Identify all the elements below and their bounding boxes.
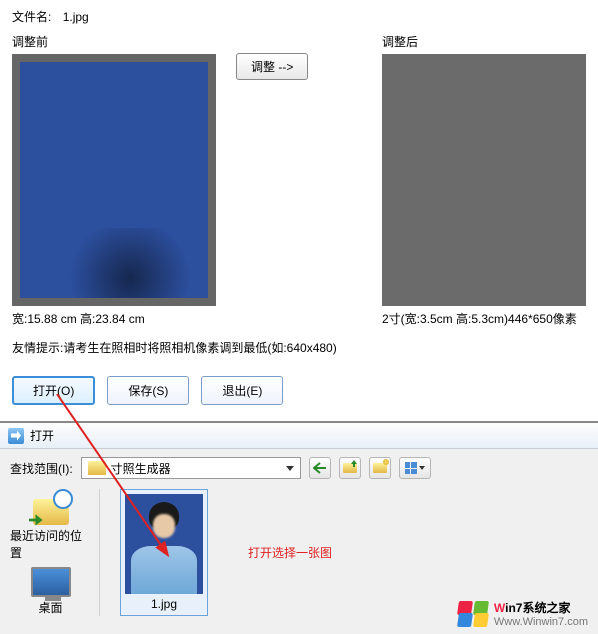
folder-icon	[88, 461, 106, 475]
after-dimensions: 2寸(宽:3.5cm 高:5.3cm)446*650像素	[382, 310, 586, 327]
chevron-down-icon	[286, 466, 294, 471]
watermark: Win7系统之家 Www.Winwin7.com	[458, 599, 588, 628]
before-label: 调整前	[12, 33, 216, 50]
up-folder-button[interactable]	[339, 457, 361, 479]
before-preview	[12, 54, 216, 306]
back-button[interactable]	[309, 457, 331, 479]
places-recent[interactable]: 最近访问的位置	[10, 489, 91, 561]
tip-text: 友情提示:请考生在照相时将照相机像素调到最低(如:640x480)	[12, 339, 586, 356]
folder-name: 寸照生成器	[111, 460, 171, 477]
thumbnail-filename: 1.jpg	[151, 597, 177, 611]
exit-button[interactable]: 退出(E)	[201, 376, 283, 405]
desktop-icon	[31, 567, 71, 597]
watermark-line2: Www.Winwin7.com	[494, 616, 588, 628]
places-desktop-label: 桌面	[38, 599, 62, 616]
after-preview	[382, 54, 586, 306]
thumbnail-image	[125, 494, 203, 594]
adjust-button[interactable]: 调整 -->	[236, 53, 308, 80]
file-name-label: 文件名:	[12, 10, 51, 24]
new-folder-button[interactable]	[369, 457, 391, 479]
open-dialog-icon	[8, 428, 24, 444]
save-button[interactable]: 保存(S)	[107, 376, 189, 405]
places-desktop[interactable]: 桌面	[31, 567, 71, 616]
dialog-titlebar: 打开	[0, 423, 598, 449]
places-recent-label: 最近访问的位置	[10, 527, 91, 561]
lookup-label: 查找范围(I):	[10, 460, 73, 477]
file-thumbnail[interactable]: 1.jpg	[120, 489, 208, 616]
watermark-line1-prefix: W	[494, 601, 505, 615]
dialog-title-text: 打开	[30, 427, 54, 444]
open-button[interactable]: 打开(O)	[12, 376, 95, 405]
recent-icon	[29, 489, 73, 525]
file-name-value: 1.jpg	[63, 10, 89, 24]
annotation-text: 打开选择一张图	[248, 544, 332, 561]
view-mode-button[interactable]	[399, 457, 431, 479]
after-label: 调整后	[382, 33, 586, 50]
watermark-logo-icon	[458, 601, 488, 627]
folder-dropdown[interactable]: 寸照生成器	[81, 457, 301, 479]
before-dimensions: 宽:15.88 cm 高:23.84 cm	[12, 310, 216, 327]
watermark-line1-rest: in7系统之家	[505, 601, 570, 615]
